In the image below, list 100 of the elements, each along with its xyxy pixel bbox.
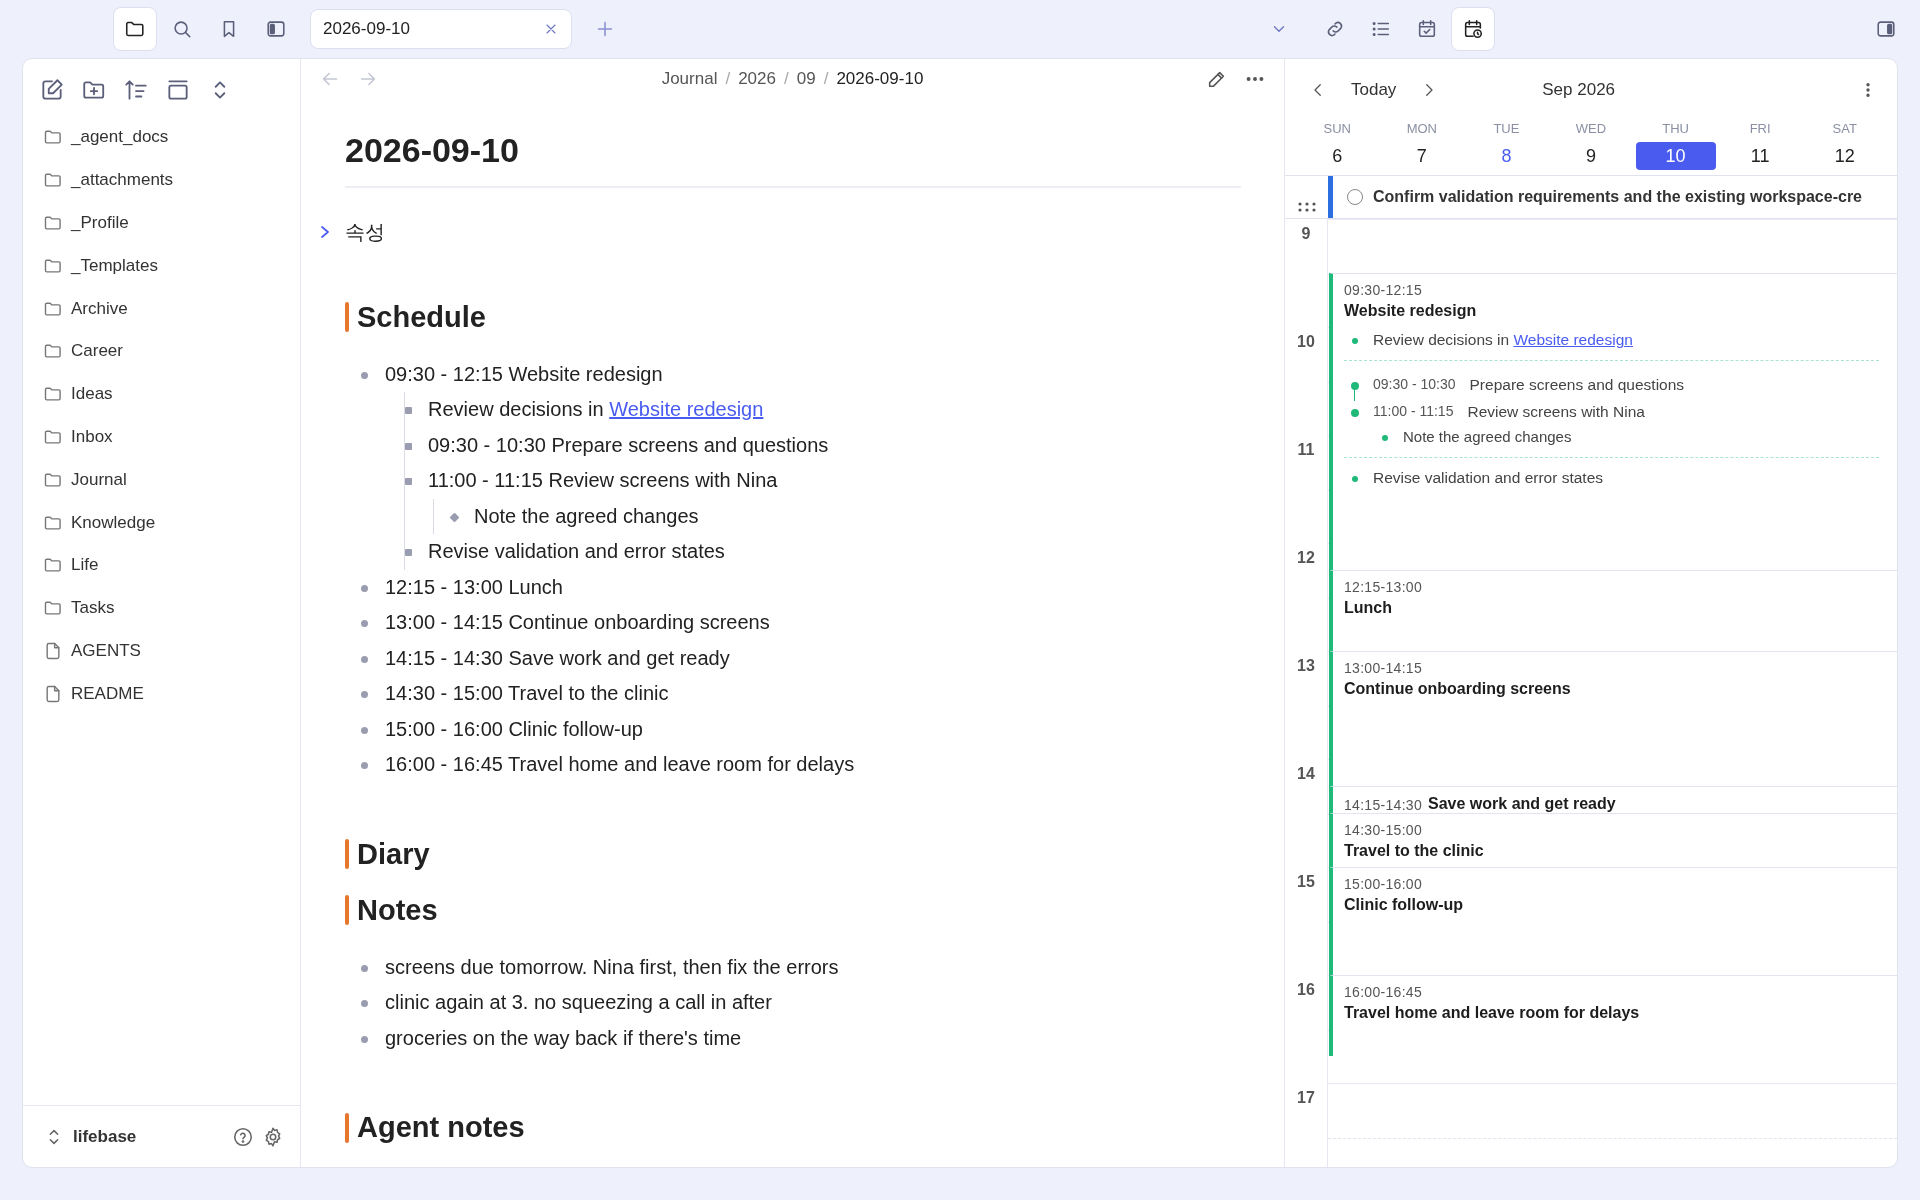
day-number[interactable]: 11 <box>1720 142 1801 170</box>
list-item: 16:00 - 16:45 Travel home and leave room for delays <box>385 753 855 775</box>
folder-item[interactable]: Career <box>23 330 300 373</box>
link[interactable]: Website redesign <box>609 398 764 420</box>
breadcrumb-item[interactable]: 09 <box>796 68 816 89</box>
event-card[interactable]: 15:00-16:00 Clinic follow-up <box>1329 867 1897 975</box>
breadcrumb-separator: / <box>784 68 789 89</box>
folder-item[interactable]: _attachments <box>23 158 300 202</box>
sidebar-toggle-icon <box>1875 18 1897 40</box>
weekday-label: FRI <box>1749 121 1771 136</box>
folder-item[interactable]: Tasks <box>23 586 300 630</box>
event-title: Travel to the clinic <box>1344 842 1485 860</box>
hour-label: 15 <box>1285 867 1328 975</box>
day-number[interactable]: 6 <box>1297 142 1378 170</box>
calendar-check-icon <box>1416 18 1438 40</box>
file-item[interactable]: README <box>23 672 300 716</box>
event-note: Revise validation and error states <box>1373 469 1604 486</box>
list-item: Note the agreed changes <box>474 504 699 527</box>
drag-handle-icon[interactable] <box>1296 202 1317 212</box>
section-heading: Notes <box>357 893 438 927</box>
folder-button[interactable] <box>113 7 157 51</box>
link[interactable]: Website redesign <box>1513 331 1633 348</box>
calendar-clock-button[interactable] <box>1451 7 1495 51</box>
bullet-icon <box>1382 435 1388 441</box>
folder-item[interactable]: Archive <box>23 287 300 330</box>
bullet-icon <box>361 964 368 972</box>
help-icon[interactable] <box>232 1125 254 1148</box>
bullet-icon <box>361 655 368 663</box>
vault-name[interactable]: lifebase <box>73 1126 224 1147</box>
caret-icon[interactable] <box>319 225 331 239</box>
folder-item[interactable]: Journal <box>23 458 300 502</box>
list-item: 14:30 - 15:00 Travel to the clinic <box>385 682 669 704</box>
folder-item[interactable]: Inbox <box>23 415 300 459</box>
weekday-label: SAT <box>1832 121 1857 136</box>
section-heading: Diary <box>357 837 430 871</box>
folder-icon <box>43 213 63 233</box>
hour-label: 11 <box>1285 435 1328 543</box>
bullet-icon <box>361 620 368 627</box>
event-card[interactable]: 14:30-15:00 Travel to the clinic <box>1329 813 1897 867</box>
tab[interactable]: 2026-09-10 <box>310 9 572 49</box>
event-card[interactable] <box>1329 273 1897 570</box>
event-title: Continue onboarding screens <box>1344 680 1572 698</box>
breadcrumb-item[interactable]: 2026-09-10 <box>836 68 924 89</box>
folder-item[interactable]: _Templates <box>23 244 300 288</box>
event-card[interactable]: 14:15-14:30 Save work and get ready <box>1329 786 1897 813</box>
new-note-icon[interactable] <box>39 77 65 103</box>
subtask-note: Note the agreed changes <box>1403 428 1572 445</box>
folder-item[interactable]: Knowledge <box>23 501 300 544</box>
collapse-icon[interactable] <box>165 77 191 103</box>
bullet-icon <box>405 549 412 556</box>
subtask-time: 09:30 - 10:30 <box>1373 375 1456 394</box>
sort-icon[interactable] <box>123 77 149 103</box>
bullet-icon <box>1352 476 1358 482</box>
folder-item[interactable]: Life <box>23 543 300 587</box>
weekday-label: TUE <box>1493 121 1520 136</box>
event-card[interactable]: 13:00-14:15 Continue onboarding screens <box>1329 651 1897 786</box>
day-number[interactable]: 12 <box>1804 142 1885 170</box>
folder-item[interactable]: Ideas <box>23 372 300 416</box>
bullet-icon <box>361 726 368 734</box>
file-item[interactable]: AGENTS <box>23 629 300 673</box>
breadcrumb-item[interactable]: Journal <box>661 68 718 89</box>
event-time: 12:15-13:00 <box>1344 579 1424 595</box>
today-button[interactable]: Today <box>1345 79 1403 101</box>
event-card[interactable]: 16:00-16:45 Travel home and leave room for delays <box>1329 975 1897 1056</box>
list-item: Review decisions in Website redesign <box>428 398 764 420</box>
heading-marker <box>345 1112 349 1143</box>
heading-marker <box>345 302 349 332</box>
breadcrumb-item[interactable]: 2026 <box>738 68 776 89</box>
weekday-label: MON <box>1406 121 1437 136</box>
sidebar-toggle-icon <box>265 18 287 40</box>
list-item: screens due tomorrow. Nina first, then fix the errors <box>385 955 839 978</box>
weekday-label: SUN <box>1323 121 1351 136</box>
hour-label: 10 <box>1285 327 1328 435</box>
list-item: 09:30 - 12:15 Website redesign <box>385 362 663 385</box>
tab-title: 2026-09-10 <box>323 19 410 39</box>
bullet-icon <box>361 371 368 379</box>
bullet-icon <box>361 762 368 769</box>
day-number[interactable]: 8 <box>1466 142 1547 170</box>
task-title[interactable]: Confirm validation requirements and the existing workspace-cre <box>1373 188 1862 206</box>
day-number[interactable]: 7 <box>1381 142 1462 170</box>
event-title: Travel home and leave room for delays <box>1344 1004 1641 1022</box>
event-time: 13:00-14:15 <box>1344 660 1424 676</box>
hour-label: 14 <box>1285 759 1328 867</box>
folder-item[interactable]: _Profile <box>23 201 300 245</box>
bullet-icon <box>361 1035 368 1043</box>
day-number[interactable]: 9 <box>1551 142 1631 170</box>
event-card[interactable]: 12:15-13:00 Lunch <box>1329 570 1897 651</box>
folder-item[interactable]: _agent_docs <box>23 116 300 159</box>
properties-label[interactable]: 속성 <box>345 218 385 246</box>
event-title: Save work and get ready <box>1428 795 1616 813</box>
subtask-time: 11:00 - 11:15 <box>1373 402 1454 421</box>
hour-label: 17 <box>1285 1083 1328 1167</box>
day-number[interactable]: 10 <box>1635 142 1716 170</box>
list-item: 13:00 - 14:15 Continue onboarding screens <box>385 611 770 633</box>
event-title: Website redesign <box>1344 302 1478 320</box>
event-title: Lunch <box>1344 599 1393 617</box>
bullet-icon <box>449 512 460 522</box>
weekday-label: WED <box>1575 121 1607 136</box>
note-title: 2026-09-10 <box>345 130 1241 188</box>
heading-marker <box>345 895 349 925</box>
